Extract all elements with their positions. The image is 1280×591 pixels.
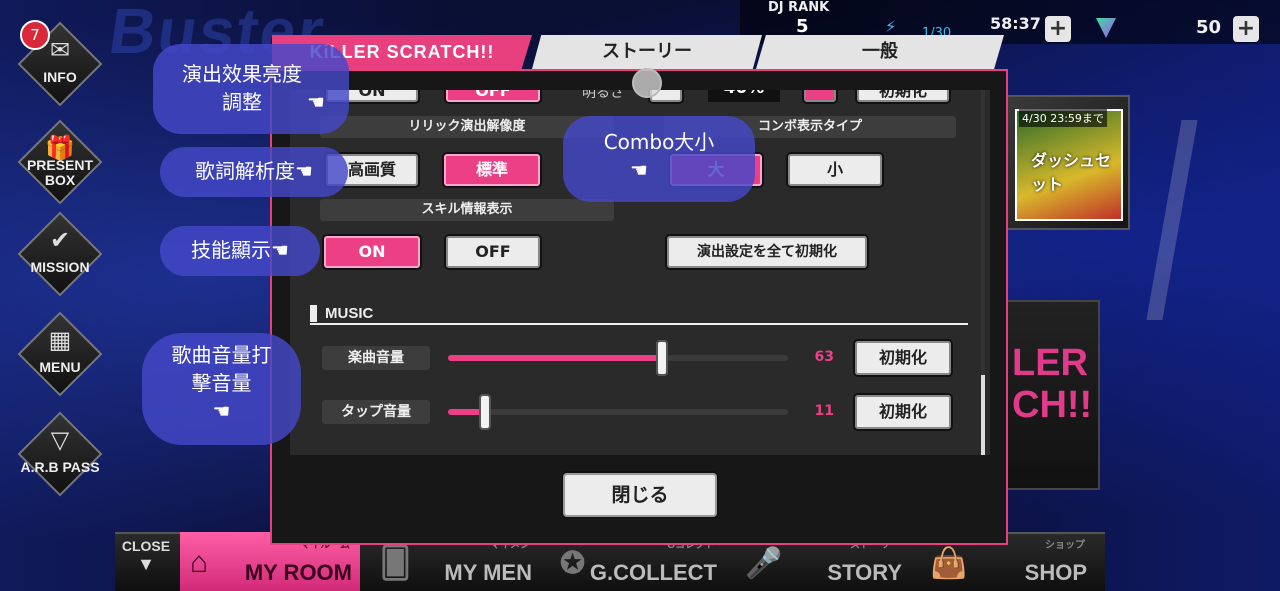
skill-display-on-button[interactable]: ON [322, 234, 422, 270]
music-volume-fill [448, 355, 662, 361]
pointing-hand-icon: ☚ [630, 158, 648, 182]
tab-shop-label: SHOP [1024, 560, 1087, 585]
tap-volume-slider[interactable] [448, 394, 788, 430]
tap-volume-thumb[interactable] [479, 394, 491, 430]
annotation-volumes: 歌曲音量打擊音量 ☚ [142, 333, 301, 445]
chevron-down-icon: ▼ [137, 554, 155, 574]
dj-rank-label: DJ RANK [768, 0, 830, 15]
annotation-text: 歌曲音量打擊音量 [171, 343, 272, 395]
nav-diamond-frame [17, 211, 103, 297]
nav-diamond-frame [17, 311, 103, 397]
nav-menu-label: MENU [39, 359, 81, 375]
nav-menu[interactable]: ▦ MENU [17, 311, 103, 397]
add-gem-button[interactable]: + [1233, 16, 1259, 42]
close-nav-button[interactable]: CLOSE ▼ [115, 532, 177, 591]
annotation-text: 歌詞解析度 [195, 159, 296, 183]
tap-volume-value: 11 [814, 403, 834, 419]
tab-g-collect-label: G.COLLECT [589, 560, 717, 585]
tab-story-settings[interactable]: ストーリー [532, 35, 762, 69]
add-stamina-button[interactable]: + [1045, 16, 1071, 42]
annotation-lyric-resolution: 歌詞解析度☚ [160, 147, 348, 197]
event-banner-time: 4/30 23:59まで [1019, 109, 1107, 127]
tab-general[interactable]: 一般 [756, 35, 1004, 69]
shopping-bag-icon: 👜 [930, 547, 968, 580]
music-volume-reset-button[interactable]: 初期化 [853, 339, 953, 377]
brightness-increase-button[interactable] [802, 90, 838, 104]
music-section-title: MUSIC [325, 305, 374, 322]
section-marker [310, 305, 317, 322]
tab-shop-sub: ショップ [1045, 540, 1085, 551]
nav-arb-pass-label: A.R.B PASS [20, 459, 100, 475]
tab-my-room-label: MY ROOM [244, 560, 352, 585]
recovery-timer: 58:37 [990, 14, 1041, 33]
house-icon: ⌂ [190, 546, 209, 579]
pass-icon: ▽ [50, 426, 70, 454]
skill-display-label: スキル情報表示 [320, 199, 614, 221]
event-poster[interactable]: LER CH!! [1000, 300, 1100, 490]
brightness-reset-button[interactable]: 初期化 [855, 90, 951, 104]
grid-icon: ▦ [48, 326, 72, 354]
checkmark-icon: ✔ [49, 226, 71, 254]
scroll-position-indicator[interactable] [632, 68, 662, 98]
close-nav-label: CLOSE [121, 538, 171, 554]
pointing-hand-icon: ☚ [307, 90, 325, 114]
tap-volume-label: タップ音量 [322, 400, 430, 424]
tap-volume-reset-button[interactable]: 初期化 [853, 393, 953, 431]
badge-icon: ✪ [560, 547, 586, 580]
nav-arb-pass[interactable]: ▽ A.R.B PASS [17, 411, 103, 497]
pointing-hand-icon: ☚ [271, 238, 289, 262]
music-volume-thumb[interactable] [656, 340, 668, 376]
annotation-text: Combo大小 [603, 130, 715, 154]
pointing-hand-icon: ☚ [212, 399, 231, 423]
scrollbar-thumb[interactable] [981, 375, 985, 455]
nav-mission-label: MISSION [30, 259, 90, 275]
reset-all-effects-button[interactable]: 演出設定を全て初期化 [665, 234, 869, 270]
annotation-brightness: 演出效果亮度調整 ☚ [153, 44, 349, 134]
tab-my-men-label: MY MEN [444, 560, 532, 585]
nav-diamond-frame [17, 411, 103, 497]
tab-story-label: STORY [827, 560, 902, 585]
annotation-text: 技能顯示 [191, 238, 272, 262]
nav-mission[interactable]: ✔ MISSION [17, 211, 103, 297]
music-volume-slider[interactable] [448, 340, 788, 376]
nav-present-box[interactable]: 🎁 PRESENT BOX [17, 119, 103, 205]
music-volume-label: 楽曲音量 [322, 346, 430, 370]
skill-display-off-button[interactable]: OFF [444, 234, 542, 270]
dj-rank-value: 5 [796, 16, 809, 37]
annotation-skill-display: 技能顯示☚ [160, 226, 320, 276]
nav-info-label: INFO [43, 69, 77, 85]
effect-off-button[interactable]: OFF [444, 90, 542, 104]
gem-count: 50 [1196, 17, 1222, 38]
lyric-standard-button[interactable]: 標準 [442, 152, 542, 188]
event-banner[interactable]: 4/30 23:59まで ダッシュセット [1005, 95, 1130, 230]
settings-scrollbar[interactable] [981, 90, 985, 455]
brightness-value: 40% [708, 90, 780, 102]
brightness-label: 明るさ [582, 90, 624, 101]
notification-badge: 7 [20, 20, 50, 50]
pointing-hand-icon: ☚ [295, 159, 313, 183]
cards-icon: 🂠 [380, 547, 411, 580]
event-poster-art: LER CH!! [1012, 342, 1093, 426]
event-banner-text: ダッシュセット [1031, 151, 1112, 194]
lightning-icon: ⚡ [885, 17, 897, 36]
combo-small-button[interactable]: 小 [786, 152, 884, 188]
music-section-header: MUSIC [310, 303, 968, 325]
close-dialog-button[interactable]: 閉じる [561, 471, 719, 519]
annotation-text: 演出效果亮度調整 [182, 62, 303, 114]
annotation-combo-size: Combo大小 ☚ [563, 116, 755, 202]
nav-present-box-label: PRESENT BOX [26, 157, 94, 188]
music-volume-value: 63 [814, 349, 834, 365]
microphone-icon: 🎤 [745, 547, 783, 580]
